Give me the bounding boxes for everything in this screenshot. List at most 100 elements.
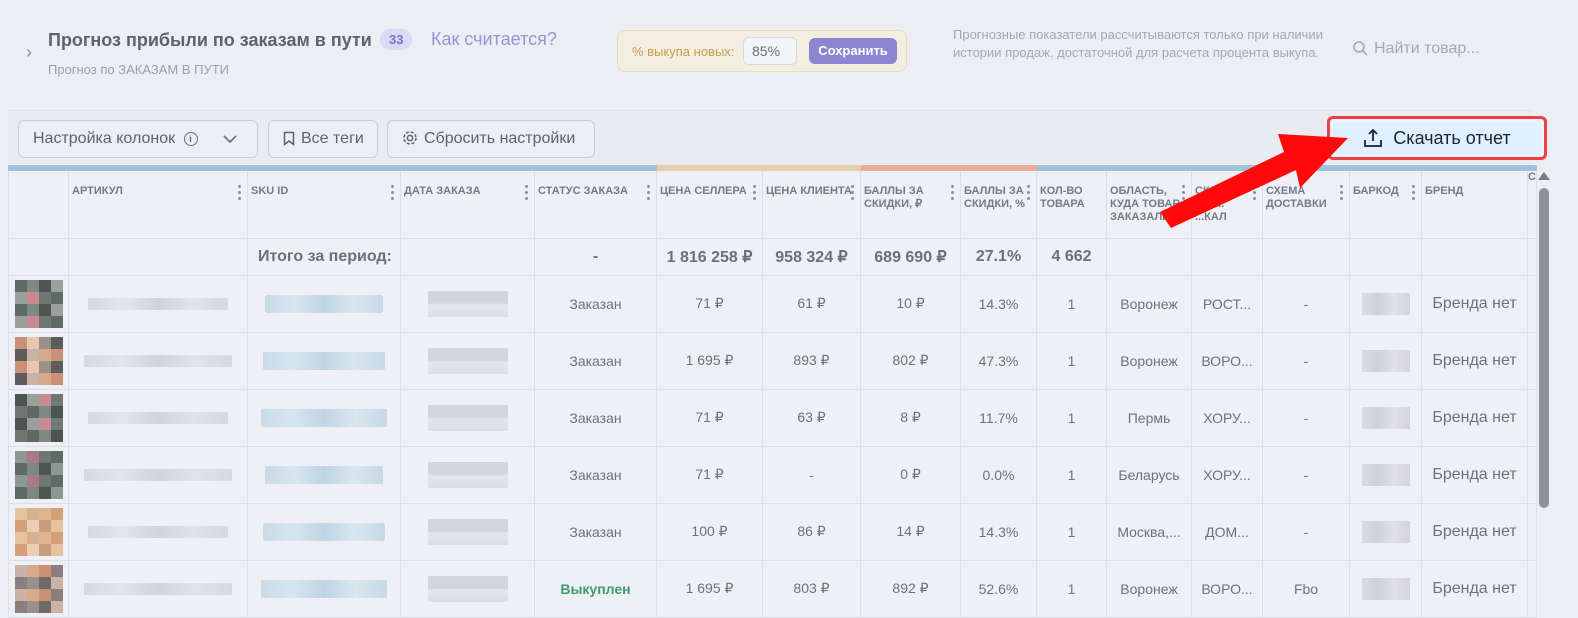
sku-link-cell[interactable] xyxy=(247,331,401,390)
quantity-cell: 1 xyxy=(1036,274,1107,333)
all-tags-label: Все теги xyxy=(301,130,364,147)
scroll-up-icon[interactable] xyxy=(1538,172,1550,180)
chevron-right-icon[interactable]: › xyxy=(26,42,32,63)
sku-link-cell[interactable] xyxy=(247,274,401,333)
sku-link-cell[interactable] xyxy=(247,388,401,447)
article-cell[interactable] xyxy=(68,445,248,504)
upload-icon xyxy=(1364,128,1383,147)
column-menu-icon[interactable] xyxy=(1412,185,1415,203)
how-calculated-link[interactable]: Как считается? xyxy=(431,29,557,50)
points-pct-cell: 47.3% xyxy=(960,331,1037,390)
client-price-cell: 61 ₽ xyxy=(762,274,861,333)
brand-cell: Бренда нет xyxy=(1421,502,1528,561)
points-pct-cell: 14.3% xyxy=(960,502,1037,561)
table-row[interactable]: Выкуплен 1 695 ₽803 ₽892 ₽52.6% 1 Воронеж ВО… xyxy=(8,559,1537,618)
search-icon xyxy=(1353,41,1368,56)
gear-icon xyxy=(403,131,417,145)
all-tags-button[interactable]: Все теги xyxy=(268,120,378,158)
column-menu-icon[interactable] xyxy=(647,185,650,203)
delivery-scheme-cell: - xyxy=(1262,502,1350,561)
col-header-order-date[interactable]: ДАТА ЗАКАЗА xyxy=(400,165,535,239)
product-thumbnail[interactable] xyxy=(8,445,69,504)
warehouse-cell: ХОРУ... xyxy=(1191,388,1263,447)
warehouse-cell: РОСТ... xyxy=(1191,274,1263,333)
product-thumbnail[interactable] xyxy=(8,331,69,390)
region-cell: Москва,... xyxy=(1106,502,1192,561)
col-header-order-status[interactable]: СТАТУС ЗАКАЗА xyxy=(534,165,657,239)
vertical-scrollbar[interactable] xyxy=(1538,172,1550,612)
sku-link-cell[interactable] xyxy=(247,502,401,561)
article-cell[interactable] xyxy=(68,559,248,618)
table-toolbar: Настройка колонок i Все теги Сбросить на… xyxy=(8,110,1533,167)
column-menu-icon[interactable] xyxy=(1253,185,1256,203)
client-price-cell: - xyxy=(762,445,861,504)
seller-price-cell: 1 695 ₽ xyxy=(656,331,763,390)
points-pct-cell: 0.0% xyxy=(960,445,1037,504)
col-header-sku[interactable]: SKU ID xyxy=(247,165,401,239)
product-thumbnail[interactable] xyxy=(8,559,69,618)
col-header-article[interactable]: АРТИКУЛ xyxy=(68,165,248,239)
col-header-warehouse[interactable]: СКЛАД ОТГ... ...КАЛ xyxy=(1191,165,1263,239)
col-header-brand[interactable]: БРЕНД xyxy=(1421,165,1528,239)
sku-link-cell[interactable] xyxy=(247,559,401,618)
column-menu-icon[interactable] xyxy=(951,185,954,203)
buyout-label: % выкупа новых: xyxy=(632,44,735,59)
column-settings-label: Настройка колонок xyxy=(33,130,176,147)
product-thumbnail[interactable] xyxy=(8,388,69,447)
col-header-barcode[interactable]: БАРКОД xyxy=(1349,165,1422,239)
search-input[interactable]: Найти товар... xyxy=(1352,40,1480,58)
product-thumbnail[interactable] xyxy=(8,502,69,561)
order-status-cell: Заказан xyxy=(534,331,657,390)
article-cell[interactable] xyxy=(68,331,248,390)
download-report-button[interactable]: Скачать отчет xyxy=(1327,116,1547,160)
article-cell[interactable] xyxy=(68,502,248,561)
points-rub-cell: 8 ₽ xyxy=(860,388,961,447)
col-header-quantity[interactable]: КОЛ-ВО ТОВАРА xyxy=(1036,165,1107,239)
quantity-cell: 1 xyxy=(1036,331,1107,390)
buyout-settings: % выкупа новых: 85% Сохранить xyxy=(617,30,907,72)
seller-price-cell: 71 ₽ xyxy=(656,445,763,504)
order-status-cell: Заказан xyxy=(534,445,657,504)
table-row[interactable]: Заказан 71 ₽61 ₽10 ₽14.3% 1 Воронеж РОСТ... -… xyxy=(8,274,1537,333)
table-row[interactable]: Заказан 1 695 ₽893 ₽802 ₽47.3% 1 Воронеж ВОР… xyxy=(8,331,1537,390)
seller-price-cell: 71 ₽ xyxy=(656,274,763,333)
buyout-input[interactable]: 85% xyxy=(743,37,797,65)
save-button[interactable]: Сохранить xyxy=(809,38,897,64)
column-menu-icon[interactable] xyxy=(851,185,854,203)
table-row[interactable]: Заказан 100 ₽86 ₽14 ₽14.3% 1 Москва,... ДОМ.… xyxy=(8,502,1537,561)
reset-settings-button[interactable]: Сбросить настройки xyxy=(387,120,595,158)
total-quantity: 4 662 xyxy=(1036,237,1107,276)
column-menu-icon[interactable] xyxy=(391,185,394,203)
order-status-cell: Заказан xyxy=(534,388,657,447)
col-header-photo xyxy=(8,165,69,239)
col-header-delivery-scheme[interactable]: СХЕМА ДОСТАВКИ xyxy=(1262,165,1350,239)
article-cell[interactable] xyxy=(68,388,248,447)
article-cell[interactable] xyxy=(68,274,248,333)
order-date-cell xyxy=(400,388,535,447)
col-header-seller-price[interactable]: ЦЕНА СЕЛЛЕРА xyxy=(656,165,763,239)
product-thumbnail[interactable] xyxy=(8,274,69,333)
col-header-region[interactable]: ОБЛАСТЬ, КУДА ТОВАР ЗАКАЗАЛИ xyxy=(1106,165,1192,239)
column-menu-icon[interactable] xyxy=(525,185,528,203)
sku-link-cell[interactable] xyxy=(247,445,401,504)
seller-price-cell: 100 ₽ xyxy=(656,502,763,561)
delivery-scheme-cell: - xyxy=(1262,388,1350,447)
delivery-scheme-cell: - xyxy=(1262,274,1350,333)
column-settings-dropdown[interactable]: Настройка колонок i xyxy=(18,120,258,158)
column-menu-icon[interactable] xyxy=(1182,185,1185,203)
table-row[interactable]: Заказан 71 ₽63 ₽8 ₽11.7% 1 Пермь ХОРУ... - Бре… xyxy=(8,388,1537,447)
region-cell: Беларусь xyxy=(1106,445,1192,504)
bookmark-icon xyxy=(283,131,295,147)
col-header-points-pct[interactable]: БАЛЛЫ ЗА СКИДКИ, % xyxy=(960,165,1037,239)
scrollbar-thumb[interactable] xyxy=(1539,188,1549,508)
quantity-cell: 1 xyxy=(1036,388,1107,447)
column-menu-icon[interactable] xyxy=(1340,185,1343,203)
column-menu-icon[interactable] xyxy=(753,185,756,203)
total-label: Итого за период: xyxy=(247,237,401,276)
col-header-points-rub[interactable]: БАЛЛЫ ЗА СКИДКИ, ₽ xyxy=(860,165,961,239)
col-header-client-price[interactable]: ЦЕНА КЛИЕНТА xyxy=(762,165,861,239)
column-menu-icon[interactable] xyxy=(238,185,241,203)
table-row[interactable]: Заказан 71 ₽ -0 ₽0.0% 1 Беларусь ХОРУ... - Брен… xyxy=(8,445,1537,504)
page-header: › Прогноз прибыли по заказам в пути 33 К… xyxy=(0,0,1578,108)
column-menu-icon[interactable] xyxy=(1027,185,1030,203)
